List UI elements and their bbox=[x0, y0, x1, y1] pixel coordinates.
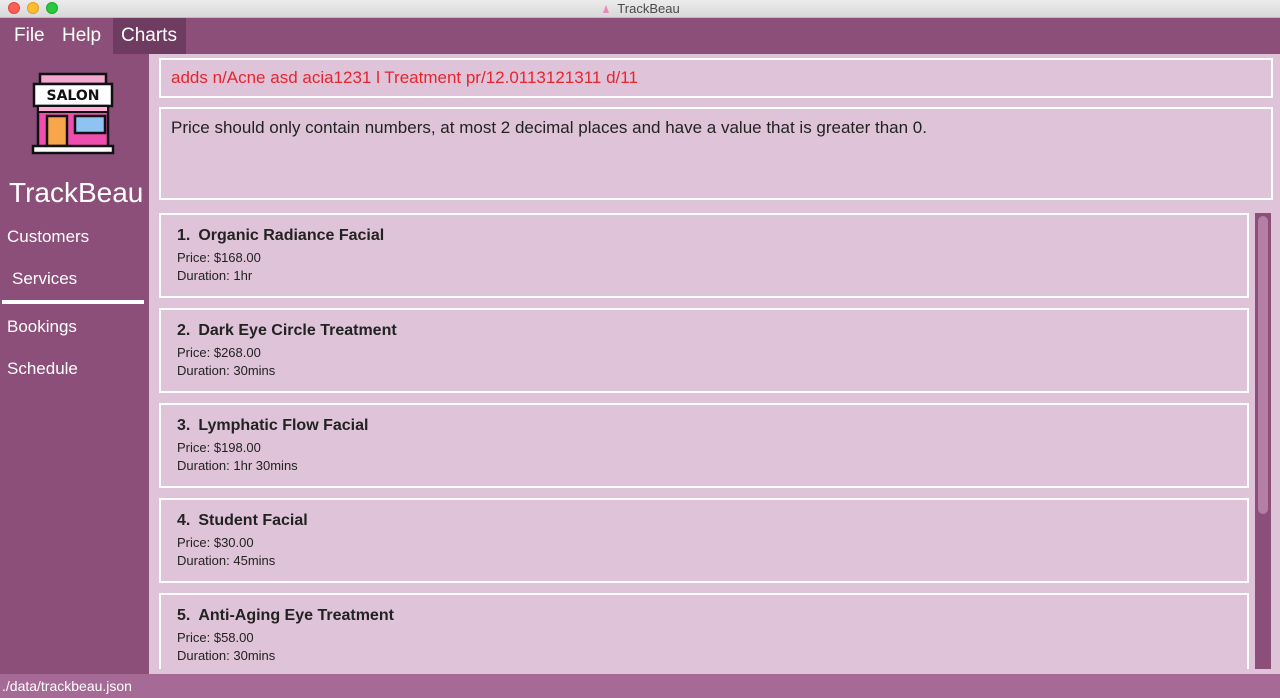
nav-bookings[interactable]: Bookings bbox=[7, 317, 77, 337]
service-title: 4. Student Facial bbox=[177, 512, 1231, 534]
service-index: 2. bbox=[177, 322, 191, 339]
list-scrollbar[interactable] bbox=[1255, 213, 1271, 669]
service-duration: Duration: 1hr bbox=[177, 268, 253, 283]
service-price: Price: $268.00 bbox=[177, 345, 261, 360]
service-title: 2. Dark Eye Circle Treatment bbox=[177, 322, 1231, 344]
service-name: Student Facial bbox=[198, 512, 308, 529]
status-bar: ./data/trackbeau.json bbox=[0, 674, 1280, 698]
service-index: 5. bbox=[177, 607, 191, 624]
service-index: 1. bbox=[177, 227, 191, 244]
sidebar: SALON TrackBeau Customers Services Booki… bbox=[0, 54, 149, 674]
svg-text:SALON: SALON bbox=[47, 88, 100, 104]
service-duration: Duration: 45mins bbox=[177, 553, 276, 568]
brand-name: TrackBeau bbox=[9, 177, 144, 208]
nav-customers[interactable]: Customers bbox=[7, 227, 89, 247]
menu-file[interactable]: File bbox=[6, 18, 53, 54]
service-card[interactable]: 4. Student Facial Price: $30.00 Duration:… bbox=[159, 498, 1249, 583]
service-price: Price: $58.00 bbox=[177, 630, 254, 645]
service-card[interactable]: 2. Dark Eye Circle Treatment Price: $268.… bbox=[159, 308, 1249, 393]
service-name: Lymphatic Flow Facial bbox=[198, 417, 369, 434]
service-duration: Duration: 30mins bbox=[177, 363, 276, 378]
service-title: 1. Organic Radiance Facial bbox=[177, 227, 1231, 249]
result-display: Price should only contain numbers, at mo… bbox=[159, 107, 1273, 200]
window-title-text: TrackBeau bbox=[617, 1, 680, 16]
active-tab-indicator bbox=[2, 300, 144, 304]
service-price: Price: $30.00 bbox=[177, 535, 254, 550]
menu-help[interactable]: Help bbox=[54, 18, 109, 54]
service-name: Organic Radiance Facial bbox=[198, 227, 385, 244]
window-title: TrackBeau bbox=[0, 0, 1280, 17]
title-bar: TrackBeau bbox=[0, 0, 1280, 18]
service-index: 4. bbox=[177, 512, 191, 529]
service-price: Price: $198.00 bbox=[177, 440, 261, 455]
service-duration: Duration: 1hr 30mins bbox=[177, 458, 298, 473]
nav-services[interactable]: Services bbox=[12, 269, 77, 289]
menu-bar: File Help Charts bbox=[0, 18, 1280, 54]
service-price: Price: $168.00 bbox=[177, 250, 261, 265]
scrollbar-thumb[interactable] bbox=[1258, 216, 1268, 514]
menu-charts[interactable]: Charts bbox=[113, 18, 186, 54]
service-index: 3. bbox=[177, 417, 191, 434]
salon-logo-icon: SALON bbox=[31, 72, 115, 155]
nav-schedule[interactable]: Schedule bbox=[7, 359, 78, 379]
service-name: Anti-Aging Eye Treatment bbox=[198, 607, 394, 624]
service-name: Dark Eye Circle Treatment bbox=[198, 322, 397, 339]
service-list: 1. Organic Radiance Facial Price: $168.00… bbox=[159, 213, 1273, 669]
service-card[interactable]: 3. Lymphatic Flow Facial Price: $198.00 D… bbox=[159, 403, 1249, 488]
service-title: 3. Lymphatic Flow Facial bbox=[177, 417, 1231, 439]
service-card[interactable]: 1. Organic Radiance Facial Price: $168.00… bbox=[159, 213, 1249, 298]
service-card[interactable]: 5. Anti-Aging Eye Treatment Price: $58.00… bbox=[159, 593, 1249, 669]
data-file-path: ./data/trackbeau.json bbox=[2, 678, 132, 694]
command-input[interactable]: adds n/Acne asd acia1231 l Treatment pr/… bbox=[159, 58, 1273, 98]
service-title: 5. Anti-Aging Eye Treatment bbox=[177, 607, 1231, 629]
app-icon bbox=[603, 5, 610, 13]
main-panel: adds n/Acne asd acia1231 l Treatment pr/… bbox=[149, 54, 1280, 674]
service-duration: Duration: 30mins bbox=[177, 648, 276, 663]
